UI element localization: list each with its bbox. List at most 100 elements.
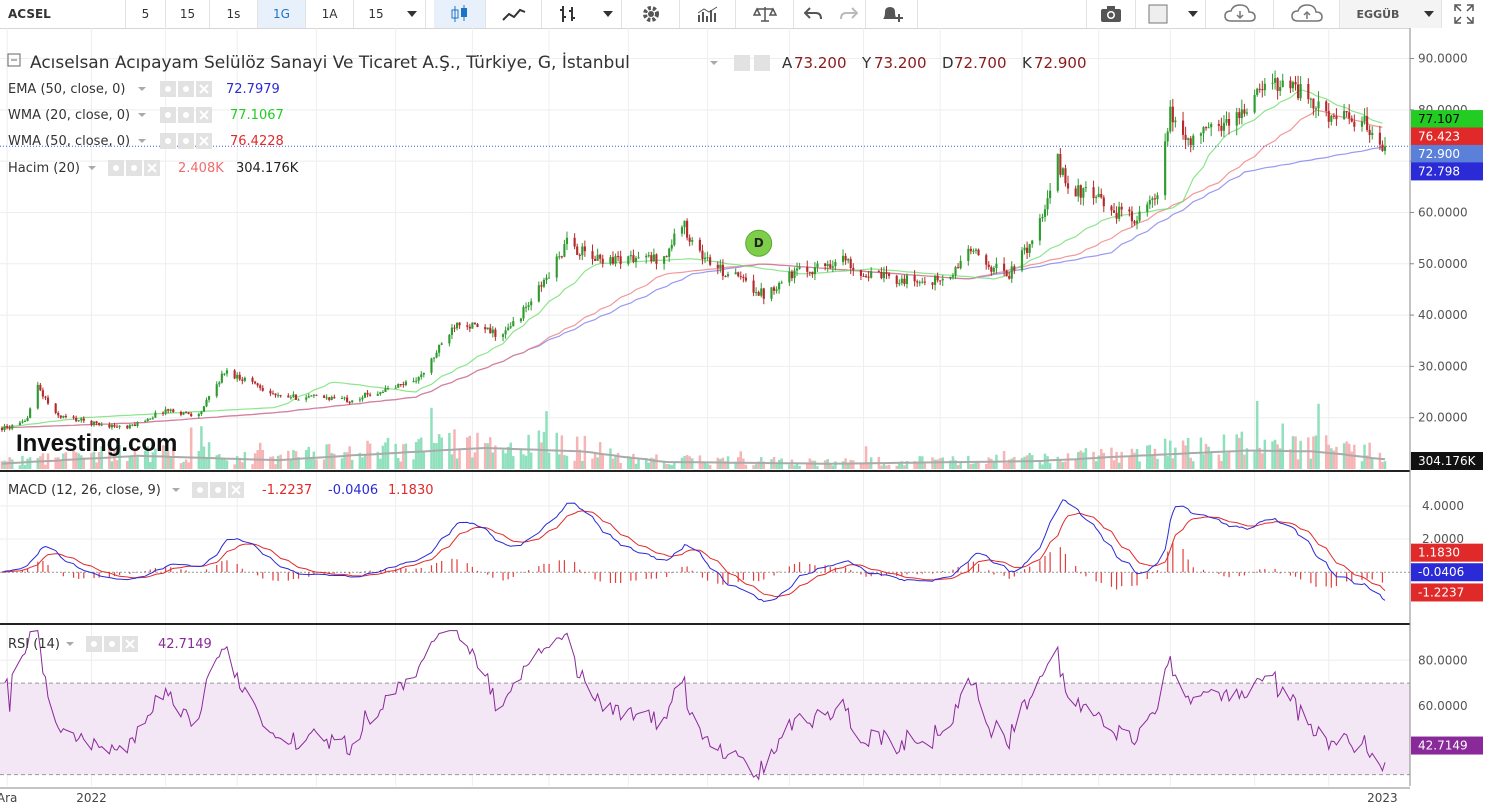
volume-bar [1082, 452, 1085, 469]
volume-bar [752, 465, 755, 469]
candle-body [131, 424, 134, 426]
timeframe-button[interactable]: 1A [306, 0, 354, 28]
fullscreen-button[interactable] [1442, 0, 1485, 28]
volume-bar [829, 464, 832, 469]
timeframe-button[interactable]: 5 [126, 0, 166, 28]
undo-button[interactable] [794, 0, 832, 28]
volume-bar [95, 462, 98, 469]
candle-body [573, 237, 576, 247]
candle-body [448, 334, 451, 344]
candle-body [29, 408, 32, 418]
timeframe-button[interactable]: 15 [166, 0, 210, 28]
candle-body [542, 279, 546, 287]
timeframe-button[interactable]: 15 [354, 0, 398, 28]
candle-body [617, 256, 620, 258]
volume-bar [343, 452, 346, 469]
volume-bar [1335, 446, 1338, 469]
candle-body [1046, 198, 1049, 210]
candle-body [161, 412, 165, 414]
volume-bar [419, 437, 423, 469]
candle-body [614, 256, 617, 264]
candle-body [376, 393, 379, 396]
color-dropdown[interactable] [1180, 0, 1206, 28]
timeframe-label: 1s [226, 7, 241, 21]
user-dropdown[interactable] [1416, 0, 1442, 28]
eye-icon-pupil [91, 641, 97, 647]
candle-body [348, 401, 351, 403]
volume-bar [519, 449, 523, 469]
volume-bar [938, 458, 942, 469]
volume-bar [1110, 447, 1113, 469]
candle-body [18, 422, 21, 426]
volume-bar [432, 442, 436, 469]
user-template-button[interactable]: EGGÜB [1340, 0, 1416, 28]
screenshot-button[interactable] [1086, 0, 1136, 28]
candle-body [913, 275, 916, 282]
candle-body [790, 271, 793, 279]
candle-body [205, 399, 208, 407]
timeframe-label: 15 [368, 7, 384, 21]
volume-bar [1273, 439, 1277, 469]
symbol-field[interactable]: ACSEL [0, 0, 126, 28]
color-button[interactable] [1136, 0, 1180, 28]
timeframe-button-active[interactable]: 1G [258, 0, 306, 28]
candle-body [563, 244, 566, 257]
candle-body [757, 292, 760, 296]
candle-body [386, 388, 390, 390]
chevron-down-icon [406, 11, 417, 17]
candle-body [578, 254, 581, 256]
redo-button[interactable] [832, 0, 866, 28]
candlestick-button[interactable] [434, 0, 486, 28]
add-alert-button[interactable] [866, 0, 918, 28]
volume-bar [1291, 436, 1295, 469]
candle-body [663, 256, 666, 264]
candle-body [813, 267, 816, 275]
candle-body [184, 412, 188, 414]
volume-bar [680, 457, 684, 469]
candle-body [1238, 112, 1241, 118]
volume-bar [315, 459, 318, 469]
volume-bar [882, 463, 886, 469]
gear-icon [754, 55, 770, 71]
rsi-axis-label: 42.7149 [1418, 739, 1468, 753]
candle-body [1220, 125, 1223, 131]
save-chart-button[interactable] [1274, 0, 1340, 28]
candle-body [1327, 111, 1330, 122]
line-chart-button[interactable] [486, 0, 542, 28]
volume-bar [903, 465, 906, 469]
eye-icon-pupil [165, 138, 171, 144]
redo-icon [839, 7, 858, 20]
candle-body [1110, 206, 1113, 211]
candle-body [1128, 209, 1131, 212]
candle-body [1135, 220, 1139, 224]
volume-bar [1002, 451, 1006, 469]
candle-body [1156, 195, 1159, 200]
candle-body [1279, 87, 1282, 91]
indicators-button[interactable] [680, 0, 736, 28]
volume-bar [885, 465, 888, 469]
bar-chart-button[interactable] [542, 0, 594, 28]
candle-body [673, 233, 676, 245]
candle-body [95, 421, 98, 423]
compare-button[interactable] [736, 0, 794, 28]
candle-body [650, 255, 653, 262]
candle-body [1345, 111, 1348, 113]
candle-body [1038, 218, 1041, 241]
candle-body [903, 278, 906, 284]
timeframe-button[interactable]: 1s [210, 0, 258, 28]
chart-area[interactable]: Investing.com D 90.000080.000070.000060.… [0, 28, 1485, 806]
volume-bar [197, 451, 201, 469]
macd-axis-label: -0.0406 [1418, 565, 1464, 579]
candle-body [545, 277, 548, 280]
candle-body [778, 282, 781, 290]
candle-body [755, 292, 758, 294]
candle-body [1210, 123, 1213, 128]
load-chart-button[interactable] [1206, 0, 1274, 28]
candle-body [849, 259, 852, 269]
settings-button[interactable] [622, 0, 680, 28]
candle-body [931, 282, 934, 285]
volume-bar [404, 443, 408, 469]
candle-body [259, 385, 262, 388]
chart-type-dropdown[interactable] [594, 0, 622, 28]
timeframe-dropdown[interactable] [398, 0, 426, 28]
